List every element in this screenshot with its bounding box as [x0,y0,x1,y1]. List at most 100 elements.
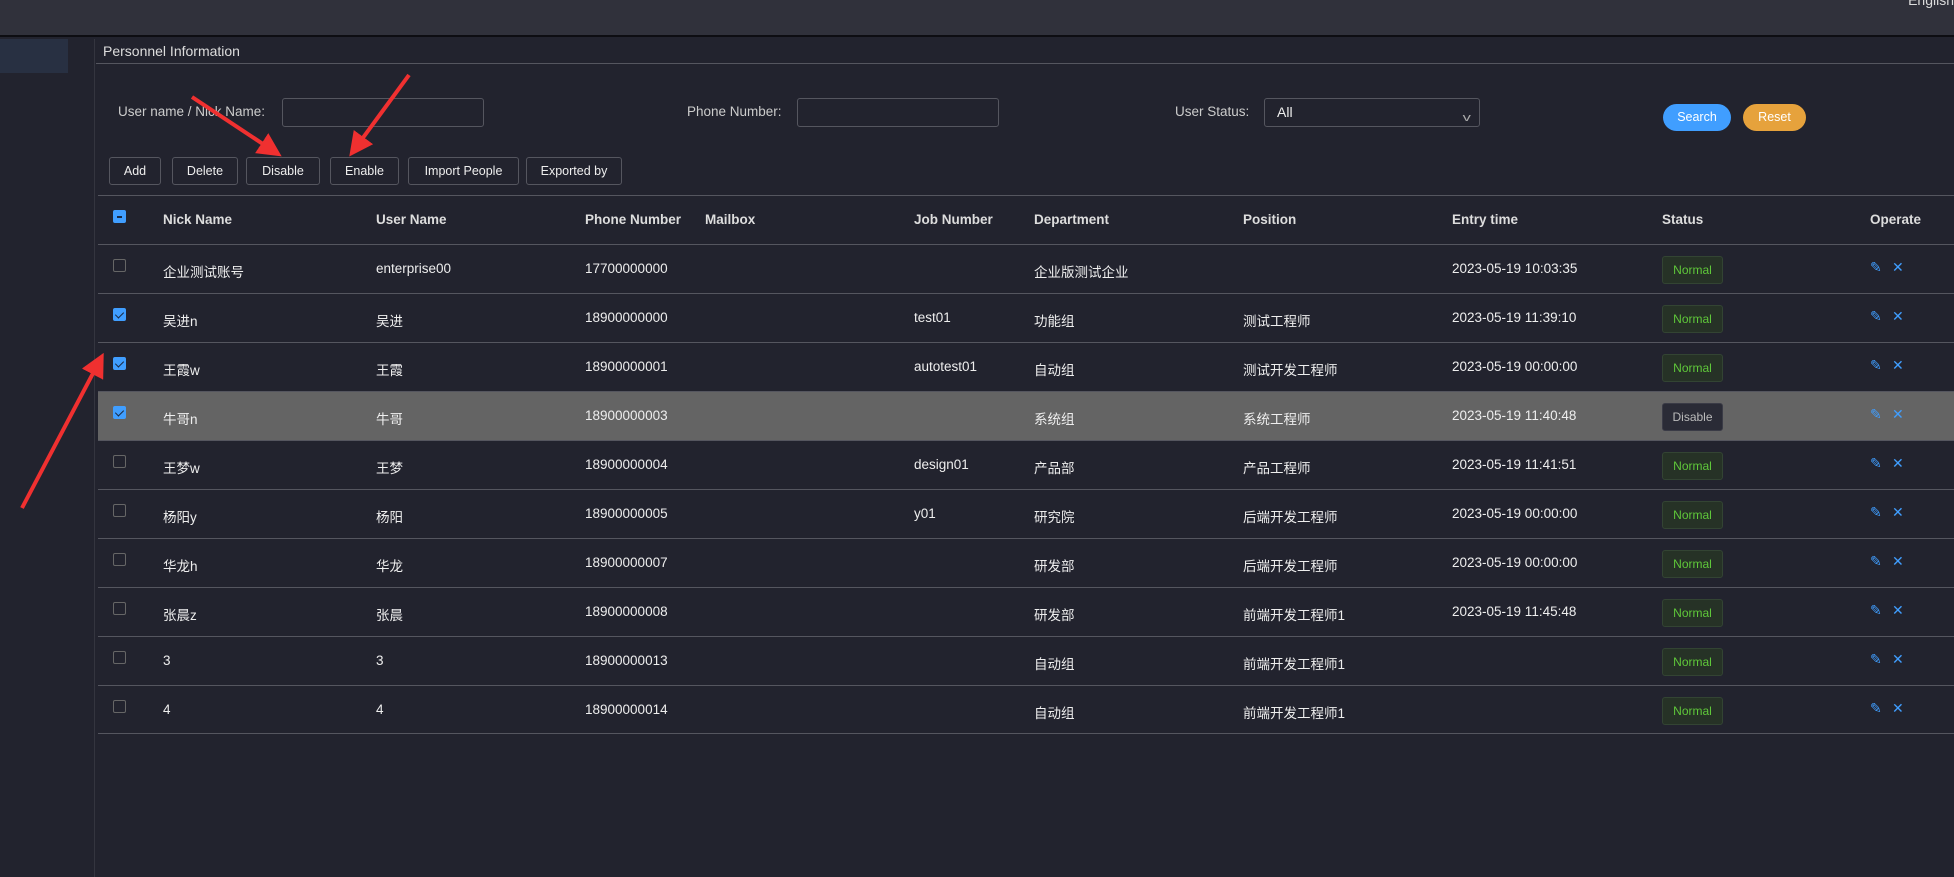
table-row[interactable]: 3 3 18900000013 自动组 前端开发工程师1 Normal ✎ ✕ [98,636,1954,685]
cell-pos: 后端开发工程师 [1243,510,1338,525]
cell-job: autotest01 [914,359,978,374]
cell-job: test01 [914,310,951,325]
search-button[interactable]: Search [1663,104,1731,131]
cell-phone: 18900000003 [585,408,668,423]
cell-user: 吴进 [376,314,403,329]
row-checkbox[interactable] [113,259,126,272]
cell-user: 张晨 [376,608,403,623]
row-checkbox[interactable] [113,504,126,517]
edit-icon[interactable]: ✎ [1870,602,1882,619]
add-button[interactable]: Add [109,157,161,185]
table-row[interactable]: 杨阳y 杨阳 18900000005 y01 研究院 后端开发工程师 2023-05-19 … [98,489,1954,538]
table-row[interactable]: 4 4 18900000014 自动组 前端开发工程师1 Normal ✎ ✕ [98,685,1954,734]
cell-user: enterprise00 [376,261,452,276]
table-row[interactable]: 牛哥n 牛哥 18900000003 系统组 系统工程师 2023-05-19 11:40… [98,391,1954,440]
phone-label: Phone Number: [687,104,782,119]
cell-nick: 杨阳y [163,510,197,525]
cell-entry: 2023-05-19 00:00:00 [1452,555,1578,570]
row-checkbox[interactable] [113,553,126,566]
delete-icon[interactable]: ✕ [1892,406,1904,423]
row-checkbox[interactable] [113,406,126,419]
status-badge: Normal [1662,305,1723,333]
status-select[interactable]: All v [1264,98,1480,127]
cell-pos: 测试工程师 [1243,314,1311,329]
status-badge: Normal [1662,697,1723,725]
table-row[interactable]: 王梦w 王梦 18900000004 design01 产品部 产品工程师 2023-05-… [98,440,1954,489]
row-checkbox[interactable] [113,455,126,468]
cell-job: design01 [914,457,969,472]
cell-dept: 自动组 [1034,363,1075,378]
cell-user: 4 [376,702,384,717]
import-people-button[interactable]: Import People [408,157,519,185]
edit-icon[interactable]: ✎ [1870,504,1882,521]
cell-dept: 企业版测试企业 [1034,265,1129,280]
col-job-number: Job Number [914,212,993,227]
delete-icon[interactable]: ✕ [1892,357,1904,374]
table-row[interactable]: 企业测试账号 enterprise00 17700000000 企业版测试企业 2023… [98,244,1954,293]
disable-button[interactable]: Disable [246,157,320,185]
delete-icon[interactable]: ✕ [1892,308,1904,325]
username-label: User name / Nick Name: [118,104,266,119]
edit-icon[interactable]: ✎ [1870,406,1882,423]
status-badge: Normal [1662,452,1723,480]
row-checkbox[interactable] [113,700,126,713]
edit-icon[interactable]: ✎ [1870,700,1882,717]
phone-input[interactable] [797,98,999,127]
table-row[interactable]: 王霞w 王霞 18900000001 autotest01 自动组 测试开发工程师 2023… [98,342,1954,391]
sidebar-item-active[interactable] [0,39,68,73]
col-operate: Operate [1870,212,1922,227]
col-user-name: User Name [376,212,447,227]
cell-phone: 18900000008 [585,604,668,619]
row-checkbox[interactable] [113,651,126,664]
cell-nick: 王梦w [163,461,200,476]
cell-dept: 系统组 [1034,412,1075,427]
cell-pos: 前端开发工程师1 [1243,608,1346,623]
status-badge: Normal [1662,501,1723,529]
cell-pos: 前端开发工程师1 [1243,657,1346,672]
cell-phone: 18900000014 [585,702,668,717]
cell-pos: 测试开发工程师 [1243,363,1338,378]
cell-entry: 2023-05-19 00:00:00 [1452,359,1578,374]
export-button[interactable]: Exported by [526,157,622,185]
edit-icon[interactable]: ✎ [1870,651,1882,668]
language-switch[interactable]: English [1908,0,1954,8]
select-all-checkbox[interactable] [113,210,126,223]
reset-button[interactable]: Reset [1743,104,1806,131]
cell-pos: 前端开发工程师1 [1243,706,1346,721]
enable-button[interactable]: Enable [330,157,399,185]
col-nick-name: Nick Name [163,212,233,227]
cell-phone: 18900000001 [585,359,668,374]
row-checkbox[interactable] [113,602,126,615]
cell-pos: 系统工程师 [1243,412,1311,427]
delete-icon[interactable]: ✕ [1892,259,1904,276]
username-input[interactable] [282,98,484,127]
row-checkbox[interactable] [113,357,126,370]
edit-icon[interactable]: ✎ [1870,308,1882,325]
cell-entry: 2023-05-19 11:41:51 [1452,457,1577,472]
edit-icon[interactable]: ✎ [1870,357,1882,374]
delete-icon[interactable]: ✕ [1892,651,1904,668]
col-position: Position [1243,212,1297,227]
edit-icon[interactable]: ✎ [1870,259,1882,276]
cell-dept: 功能组 [1034,314,1075,329]
delete-icon[interactable]: ✕ [1892,602,1904,619]
edit-icon[interactable]: ✎ [1870,553,1882,570]
status-badge: Disable [1662,403,1723,431]
table-row[interactable]: 张晨z 张晨 18900000008 研发部 前端开发工程师1 2023-05-19 11… [98,587,1954,636]
table-row[interactable]: 吴进n 吴进 18900000000 test01 功能组 测试工程师 2023-05-19… [98,293,1954,342]
delete-icon[interactable]: ✕ [1892,455,1904,472]
col-phone: Phone Number [585,212,682,227]
delete-icon[interactable]: ✕ [1892,504,1904,521]
cell-dept: 研发部 [1034,559,1075,574]
chevron-down-icon: v [1462,112,1471,124]
edit-icon[interactable]: ✎ [1870,455,1882,472]
table-row[interactable]: 华龙h 华龙 18900000007 研发部 后端开发工程师 2023-05-19 00:… [98,538,1954,587]
row-checkbox[interactable] [113,308,126,321]
cell-nick: 张晨z [163,608,197,623]
cell-pos: 产品工程师 [1243,461,1311,476]
delete-icon[interactable]: ✕ [1892,700,1904,717]
delete-icon[interactable]: ✕ [1892,553,1904,570]
delete-button[interactable]: Delete [172,157,238,185]
cell-user: 华龙 [376,559,403,574]
cell-user: 杨阳 [376,510,403,525]
